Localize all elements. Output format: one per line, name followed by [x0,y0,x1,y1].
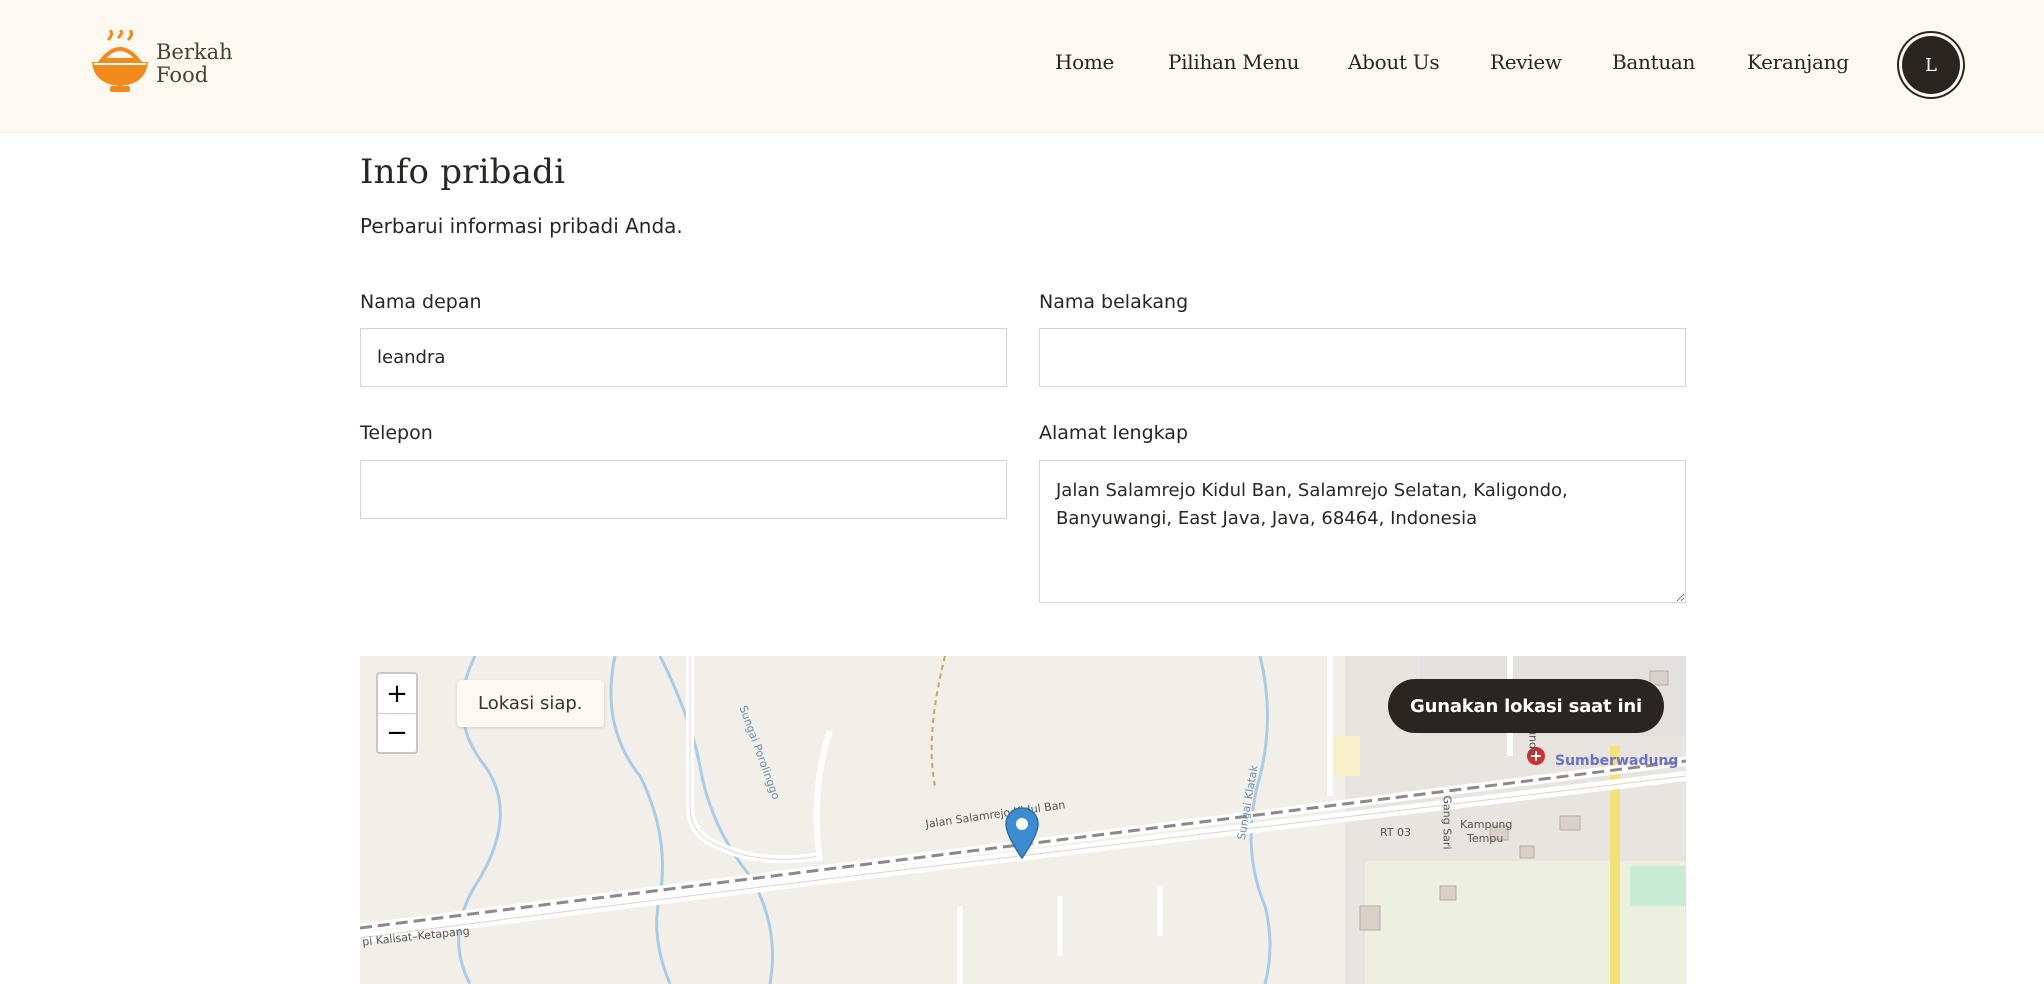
use-current-location-button[interactable]: Gunakan lokasi saat ini [1388,679,1664,733]
map-pin-icon[interactable] [1004,806,1040,860]
user-avatar[interactable]: L [1902,36,1960,94]
map-rt-label: RT 03 [1380,826,1412,839]
map-kampung-label: Kampung [1460,818,1513,831]
nav-keranjang[interactable]: Keranjang [1747,50,1849,74]
site-header: Berkah Food Home Pilihan Menu About Us R… [0,0,2044,133]
map-gang-label: Gang Sari [1440,795,1454,850]
phone-label: Telepon [360,422,433,444]
nav-home[interactable]: Home [1055,50,1114,74]
zoom-in-button[interactable]: + [378,674,416,713]
location-status: Lokasi siap. [457,680,604,727]
last-name-label: Nama belakang [1039,291,1189,313]
last-name-input[interactable] [1039,328,1686,387]
location-map[interactable]: Jalan Salamrejo Kidul Ban Sungai Porolin… [360,656,1686,984]
page-title: Info pribadi [360,152,566,192]
page-subtitle: Perbarui informasi pribadi Anda. [360,214,683,238]
nav-review[interactable]: Review [1490,50,1562,74]
map-village-label: Sumberwadung [1555,753,1679,769]
nav-pilihan-menu[interactable]: Pilihan Menu [1168,50,1299,74]
nav-bantuan[interactable]: Bantuan [1612,50,1695,74]
address-label: Alamat lengkap [1039,422,1189,444]
main-nav: Home Pilihan Menu About Us Review Bantua… [0,0,2044,133]
phone-input[interactable] [360,460,1007,519]
zoom-out-button[interactable]: − [378,713,416,752]
first-name-input[interactable] [360,328,1007,387]
nav-about-us[interactable]: About Us [1348,50,1440,74]
address-textarea[interactable] [1039,460,1686,603]
zoom-control: + − [376,672,418,754]
map-temple-label: Tempu [1467,832,1504,845]
first-name-label: Nama depan [360,291,482,313]
